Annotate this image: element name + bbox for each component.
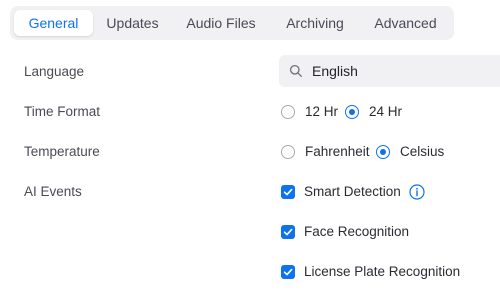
license-plate-recognition-checkbox[interactable] (281, 265, 295, 279)
temperature-label: Temperature (24, 144, 100, 159)
checkmark-icon (283, 188, 293, 196)
face-recognition-label: Face Recognition (304, 224, 410, 239)
temperature-fahrenheit-option[interactable]: Fahrenheit (281, 144, 371, 162)
language-select[interactable]: English (279, 55, 500, 87)
language-label: Language (24, 64, 85, 79)
face-recognition-checkbox[interactable] (281, 225, 295, 239)
checkmark-icon (283, 228, 293, 236)
radio-12hr[interactable] (281, 105, 295, 119)
face-recognition-option[interactable]: Face Recognition (281, 224, 411, 242)
smart-detection-label: Smart Detection (304, 184, 401, 199)
language-value: English (312, 63, 358, 79)
smart-detection-checkbox[interactable] (281, 185, 295, 199)
radio-fahrenheit-label: Fahrenheit (305, 144, 370, 159)
info-icon[interactable] (409, 184, 425, 200)
tab-audio-files[interactable]: Audio Files (178, 10, 264, 36)
license-plate-recognition-label: License Plate Recognition (304, 264, 461, 279)
smart-detection-option[interactable]: Smart Detection (281, 184, 431, 202)
radio-12hr-label: 12 Hr (305, 104, 339, 119)
radio-celsius-label: Celsius (400, 144, 445, 159)
ai-events-label: AI Events (24, 184, 82, 199)
temperature-celsius-option[interactable]: Celsius (376, 144, 446, 162)
license-plate-recognition-option[interactable]: License Plate Recognition (281, 264, 461, 282)
checkmark-icon (283, 268, 293, 276)
settings-page: General Updates Audio Files Archiving Ad… (0, 0, 500, 308)
radio-celsius[interactable] (376, 145, 390, 159)
tab-archiving[interactable]: Archiving (276, 10, 354, 36)
time-format-label: Time Format (24, 104, 101, 119)
tab-updates[interactable]: Updates (97, 10, 168, 36)
radio-fahrenheit[interactable] (281, 145, 295, 159)
radio-24hr-label: 24 Hr (369, 104, 403, 119)
tab-general[interactable]: General (14, 10, 93, 36)
tab-advanced[interactable]: Advanced (365, 10, 446, 36)
time-format-24hr-option[interactable]: 24 Hr (345, 104, 405, 122)
radio-24hr[interactable] (345, 105, 359, 119)
search-icon (289, 64, 302, 77)
tab-bar: General Updates Audio Files Archiving Ad… (10, 6, 454, 40)
time-format-12hr-option[interactable]: 12 Hr (281, 104, 339, 122)
